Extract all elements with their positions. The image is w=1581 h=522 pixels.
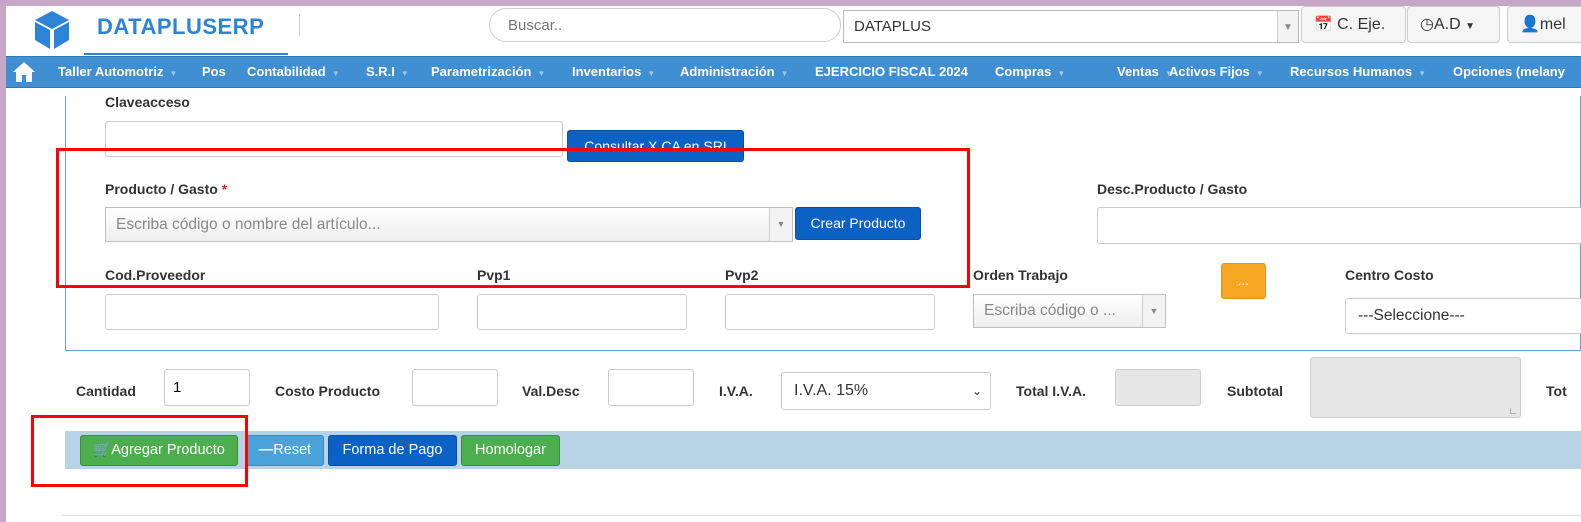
- nav-contabilidad[interactable]: Contabilidad ▼: [247, 57, 340, 89]
- val-desc-input[interactable]: [608, 369, 694, 406]
- caret-icon: ▼: [400, 69, 409, 78]
- user-menu-button[interactable]: 👤mel: [1507, 6, 1581, 43]
- homologar-button[interactable]: Homologar: [461, 435, 560, 466]
- nav-sri[interactable]: S.R.I ▼: [366, 57, 409, 89]
- caret-icon: ▼: [1057, 69, 1066, 78]
- highlight-box-producto: [56, 148, 970, 288]
- caret-icon: ▼: [1255, 69, 1264, 78]
- brand-underline: [84, 53, 288, 55]
- brand-name[interactable]: DATAPLUSERP: [97, 14, 264, 40]
- calendar-icon: 📅: [1314, 16, 1333, 33]
- cube-logo-icon[interactable]: [30, 8, 74, 52]
- nav-label: EJERCICIO FISCAL 2024: [815, 64, 968, 79]
- centro-costo-select[interactable]: ---Seleccione---: [1345, 298, 1581, 334]
- ad-button-label: A.D: [1433, 16, 1461, 33]
- company-select-value: DATAPLUS: [854, 18, 931, 35]
- reset-button[interactable]: —Reset: [246, 435, 324, 466]
- reset-label: Reset: [273, 442, 312, 458]
- pvp1-input[interactable]: [477, 294, 687, 330]
- user-icon: 👤: [1520, 16, 1540, 33]
- chevron-down-icon: ⌄: [971, 384, 982, 398]
- nav-recursos-humanos[interactable]: Recursos Humanos ▼: [1290, 57, 1426, 89]
- cantidad-input[interactable]: [164, 369, 250, 406]
- search-input[interactable]: [489, 8, 841, 42]
- caret-icon: ▼: [780, 69, 789, 78]
- resize-handle-icon[interactable]: ∟: [1508, 406, 1518, 417]
- total-iva-readonly: [1115, 369, 1201, 406]
- nav-label: Parametrización: [431, 64, 532, 79]
- chevron-down-icon[interactable]: ▼: [1277, 11, 1298, 42]
- nav-taller-automotriz[interactable]: Taller Automotriz ▼: [58, 57, 177, 89]
- orden-trabajo-label: Orden Trabajo: [973, 267, 1068, 283]
- nav-label: Activos Fijos: [1169, 64, 1250, 79]
- nav-inventarios[interactable]: Inventarios ▼: [572, 57, 655, 89]
- caret-icon: ▼: [169, 69, 178, 78]
- costo-producto-input[interactable]: [412, 369, 498, 406]
- caret-down-icon: ▼: [1465, 21, 1475, 32]
- nav-label: Contabilidad: [247, 64, 326, 79]
- main-navbar: Taller Automotriz ▼ Pos Contabilidad ▼ S.R…: [6, 56, 1581, 88]
- iva-label: I.V.A.: [719, 383, 753, 399]
- nav-label: Pos: [202, 64, 226, 79]
- nav-label: Inventarios: [572, 64, 642, 79]
- exercise-button-label: C. Eje.: [1337, 16, 1386, 33]
- nav-administracion[interactable]: Administración ▼: [680, 57, 789, 89]
- exercise-button[interactable]: 📅 C. Eje.: [1301, 6, 1406, 43]
- desc-producto-label: Desc.Producto / Gasto: [1097, 181, 1248, 197]
- val-desc-label: Val.Desc: [522, 383, 580, 399]
- chevron-down-icon[interactable]: ▼: [1142, 295, 1165, 327]
- iva-select-value: I.V.A. 15%: [794, 382, 869, 399]
- highlight-box-agregar: [31, 415, 248, 487]
- nav-ejercicio-fiscal[interactable]: EJERCICIO FISCAL 2024: [815, 57, 968, 89]
- subtotal-label: Subtotal: [1227, 383, 1283, 399]
- desc-producto-input[interactable]: [1097, 207, 1581, 244]
- orden-trabajo-combo[interactable]: Escriba código o ... ▼: [973, 294, 1166, 328]
- cod-proveedor-input[interactable]: [105, 294, 439, 330]
- nav-compras[interactable]: Compras ▼: [995, 57, 1065, 89]
- orden-trabajo-more-button[interactable]: ...: [1221, 263, 1266, 299]
- claveacceso-label: Claveacceso: [105, 94, 190, 110]
- user-name: mel: [1539, 16, 1566, 33]
- nav-pos[interactable]: Pos: [202, 57, 226, 89]
- pvp2-input[interactable]: [725, 294, 935, 330]
- caret-icon: ▼: [1418, 69, 1427, 78]
- centro-costo-label: Centro Costo: [1345, 267, 1434, 283]
- nav-label: Compras: [995, 64, 1052, 79]
- clock-icon: ◷: [1420, 16, 1434, 33]
- total-iva-label: Total I.V.A.: [1016, 383, 1087, 399]
- nav-ventas[interactable]: Ventas ▼: [1117, 57, 1173, 89]
- company-select[interactable]: DATAPLUS ▼: [843, 10, 1299, 43]
- nav-label: Recursos Humanos: [1290, 64, 1413, 79]
- nav-label: Ventas: [1117, 64, 1159, 79]
- nav-activos-fijos[interactable]: Activos Fijos ▼: [1169, 57, 1264, 89]
- ad-dropdown-button[interactable]: ◷A.D ▼: [1407, 6, 1500, 43]
- caret-icon: ▼: [647, 69, 656, 78]
- nav-opciones[interactable]: Opciones (melany: [1453, 57, 1565, 89]
- costo-producto-label: Costo Producto: [275, 383, 380, 399]
- home-icon[interactable]: [12, 57, 36, 89]
- cantidad-label: Cantidad: [76, 383, 136, 399]
- caret-icon: ▼: [537, 69, 546, 78]
- nav-label: Administración: [680, 64, 775, 79]
- caret-icon: ▼: [331, 69, 340, 78]
- iva-select[interactable]: I.V.A. 15% ⌄: [781, 372, 991, 410]
- nav-label: S.R.I: [366, 64, 395, 79]
- subtotal-textarea[interactable]: ∟: [1310, 357, 1521, 418]
- nav-label: Opciones (melany: [1453, 64, 1565, 79]
- forma-pago-button[interactable]: Forma de Pago: [328, 435, 457, 466]
- total-label: Tot: [1546, 383, 1567, 399]
- nav-parametrizacion[interactable]: Parametrización ▼: [431, 57, 545, 89]
- header-separator: [299, 14, 300, 36]
- nav-label: Taller Automotriz: [58, 64, 164, 79]
- orden-trabajo-placeholder: Escriba código o ...: [984, 302, 1116, 319]
- bottom-divider: [62, 515, 1581, 516]
- minus-icon: —: [258, 442, 274, 458]
